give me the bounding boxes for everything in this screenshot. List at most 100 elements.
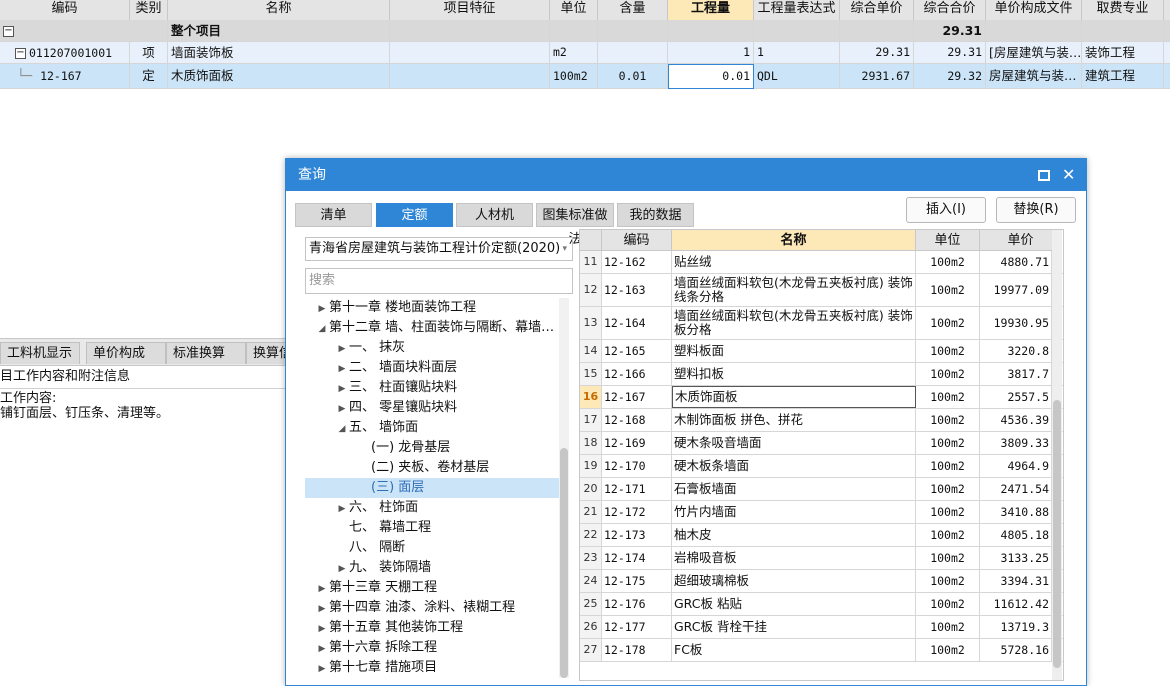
col-header-file[interactable]: 单价构成文件 (986, 0, 1082, 20)
col-header-fee[interactable]: 取费专业 (1082, 0, 1164, 20)
expand-arrow-icon[interactable]: ▶ (315, 579, 329, 599)
tree-scrollbar[interactable] (559, 298, 569, 678)
qty-input[interactable]: 0.01 (668, 64, 754, 89)
tree-node[interactable]: ◢ 五、 墙饰面 (305, 418, 559, 438)
tree-node[interactable]: (二) 夹板、卷材基层 (305, 458, 559, 478)
col-header-price[interactable]: 综合单价 (840, 0, 914, 20)
col-header-total[interactable]: 综合合价 (914, 0, 986, 20)
col-header-type[interactable]: 类别 (130, 0, 168, 20)
expand-arrow-icon[interactable]: ▶ (315, 599, 329, 619)
col-header-unit[interactable]: 单位 (916, 230, 980, 251)
table-row[interactable]: 20 12-171 石膏板墙面 100m2 2471.54 (580, 478, 1063, 501)
expand-arrow-icon[interactable]: ▶ (315, 299, 329, 319)
tree-node[interactable]: ▶ 三、 柱面镶贴块料 (305, 378, 559, 398)
expand-arrow-icon[interactable]: ▶ (335, 379, 349, 399)
tree-node[interactable]: ▶ 六、 柱饰面 (305, 498, 559, 518)
table-row[interactable]: − 整个项目 29.31 (0, 20, 1170, 42)
tree-node[interactable]: ▶ 第十三章 天棚工程 (305, 578, 559, 598)
tree-node[interactable]: ▶ 第十四章 油漆、涂料、裱糊工程 (305, 598, 559, 618)
tree-node[interactable]: ▶ 二、 墙面块料面层 (305, 358, 559, 378)
tab-my-data[interactable]: 我的数据 (617, 203, 694, 227)
tab-quota[interactable]: 定额 (376, 203, 453, 227)
tree-node[interactable]: ◢ 第十二章 墙、柱面装饰与隔断、幕墙… (305, 318, 559, 338)
col-header-content[interactable]: 含量 (598, 0, 668, 20)
table-row[interactable]: 17 12-168 木制饰面板 拼色、拼花 100m2 4536.39 (580, 409, 1063, 432)
col-header-code[interactable]: 编码 (602, 230, 672, 251)
tree-node[interactable]: 七、 幕墙工程 (305, 518, 559, 538)
tree-node[interactable]: 八、 隔断 (305, 538, 559, 558)
tree-node-label: 第十五章 其他装饰工程 (329, 620, 464, 635)
close-icon[interactable]: ✕ (1062, 159, 1075, 191)
table-row[interactable]: 25 12-176 GRC板 粘贴 100m2 11612.42 (580, 593, 1063, 616)
table-row[interactable]: 22 12-173 柚木皮 100m2 4805.18 (580, 524, 1063, 547)
insert-button[interactable]: 插入(I) (906, 197, 986, 223)
code-cell: 12-168 (602, 409, 672, 431)
expand-arrow-icon[interactable]: ▶ (315, 659, 329, 678)
tree-node[interactable]: ▶ 四、 零星镶贴块料 (305, 398, 559, 418)
table-row[interactable]: └─ 12-167 定 木质饰面板 100m2 0.01 0.01 QDL 293… (0, 64, 1170, 89)
table-row[interactable]: 27 12-178 FC板 100m2 5728.16 (580, 639, 1063, 662)
table-row[interactable]: 14 12-165 塑料板面 100m2 3220.8 (580, 340, 1063, 363)
tree-node[interactable]: (三) 面层 (305, 478, 559, 498)
tree-node[interactable]: ▶ 第十六章 拆除工程 (305, 638, 559, 658)
tree-node[interactable]: (一) 龙骨基层 (305, 438, 559, 458)
quota-book-select[interactable]: 青海省房屋建筑与装饰工程计价定额(2020) ▾ (305, 237, 573, 261)
col-header-price[interactable]: 单价 (980, 230, 1062, 251)
col-header-code[interactable]: 编码 (0, 0, 130, 20)
table-row[interactable]: 11 12-162 贴丝绒 100m2 4880.71 (580, 251, 1063, 274)
col-header-unit[interactable]: 单位 (550, 0, 598, 20)
collapse-arrow-icon[interactable]: ◢ (315, 319, 329, 339)
chevron-down-icon[interactable]: ▾ (562, 238, 567, 260)
collapse-icon[interactable]: − (15, 48, 26, 59)
tree-scroll-thumb[interactable] (560, 448, 568, 678)
collapse-icon[interactable]: − (3, 26, 14, 37)
expand-arrow-icon[interactable]: ▶ (335, 399, 349, 419)
expand-arrow-icon[interactable]: ▶ (335, 339, 349, 359)
expand-arrow-icon[interactable]: ▶ (335, 359, 349, 379)
table-row[interactable]: 21 12-172 竹片内墙面 100m2 3410.88 (580, 501, 1063, 524)
dialog-titlebar[interactable]: 查询 ✕ (286, 159, 1086, 191)
tree-node[interactable]: ▶ 第十一章 楼地面装饰工程 (305, 298, 559, 318)
table-scrollbar[interactable] (1052, 230, 1062, 680)
table-row[interactable]: 19 12-170 硬木板条墙面 100m2 4964.9 (580, 455, 1063, 478)
tree-node[interactable]: ▶ 一、 抹灰 (305, 338, 559, 358)
table-row[interactable]: 24 12-175 超细玻璃棉板 100m2 3394.31 (580, 570, 1063, 593)
tab-standard-conversion[interactable]: 标准换算 (166, 342, 246, 364)
tree-node[interactable]: ▶ 第十七章 措施项目 (305, 658, 559, 678)
tree-node[interactable]: ▶ 九、 装饰隔墙 (305, 558, 559, 578)
table-row[interactable]: −011207001001 项 墙面装饰板 m2 1 1 29.31 29.31… (0, 42, 1170, 64)
name-cell: 超细玻璃棉板 (672, 570, 916, 592)
expand-arrow-icon[interactable]: ▶ (315, 639, 329, 659)
col-header-expr[interactable]: 工程量表达式 (754, 0, 840, 20)
col-header-name[interactable]: 名称 (168, 0, 390, 20)
col-header-qty[interactable]: 工程量 (668, 0, 754, 20)
col-header-feature[interactable]: 项目特征 (390, 0, 550, 20)
expand-arrow-icon[interactable]: ▶ (335, 499, 349, 519)
maximize-icon[interactable] (1038, 170, 1050, 181)
name-cell-text: GRC板 粘贴 (674, 596, 742, 611)
table-scroll-thumb[interactable] (1053, 400, 1061, 668)
tree-node[interactable]: ▶ 第十五章 其他装饰工程 (305, 618, 559, 638)
price-cell: 4805.18 (980, 524, 1052, 546)
table-row[interactable]: 16 12-167 木质饰面板 100m2 2557.5 (580, 386, 1063, 409)
table-row[interactable]: 23 12-174 岩棉吸音板 100m2 3133.25 (580, 547, 1063, 570)
expand-arrow-icon[interactable]: ▶ (315, 619, 329, 639)
expand-arrow-icon[interactable]: ▶ (335, 559, 349, 579)
code-cell-text: 12-178 (604, 643, 646, 657)
replace-button[interactable]: 替换(R) (996, 197, 1076, 223)
table-row[interactable]: 12 12-163 墙面丝绒面料软包(木龙骨五夹板衬底) 装饰线条分格 100m2 19… (580, 274, 1063, 307)
tab-bill[interactable]: 清单 (295, 203, 372, 227)
table-row[interactable]: 15 12-166 塑料扣板 100m2 3817.7 (580, 363, 1063, 386)
name-cell: 墙面丝绒面料软包(木龙骨五夹板衬底) 装饰线条分格 (672, 274, 916, 306)
tab-labor-material-machine[interactable]: 人材机 (456, 203, 533, 227)
tab-material-display[interactable]: 工料机显示 (0, 342, 80, 364)
table-row[interactable]: 13 12-164 墙面丝绒面料软包(木龙骨五夹板衬底) 装饰板分格 100m2 199… (580, 307, 1063, 340)
table-row[interactable]: 26 12-177 GRC板 背栓干挂 100m2 13719.3 (580, 616, 1063, 639)
unit-cell (550, 20, 598, 42)
col-header-name[interactable]: 名称 (672, 230, 916, 251)
collapse-arrow-icon[interactable]: ◢ (335, 419, 349, 439)
search-input[interactable]: 搜索 (305, 268, 573, 294)
table-row[interactable]: 18 12-169 硬木条吸音墙面 100m2 3809.33 (580, 432, 1063, 455)
tab-atlas-standard[interactable]: 图集标准做法 (536, 203, 614, 247)
tab-price-composition[interactable]: 单价构成 (86, 342, 166, 364)
